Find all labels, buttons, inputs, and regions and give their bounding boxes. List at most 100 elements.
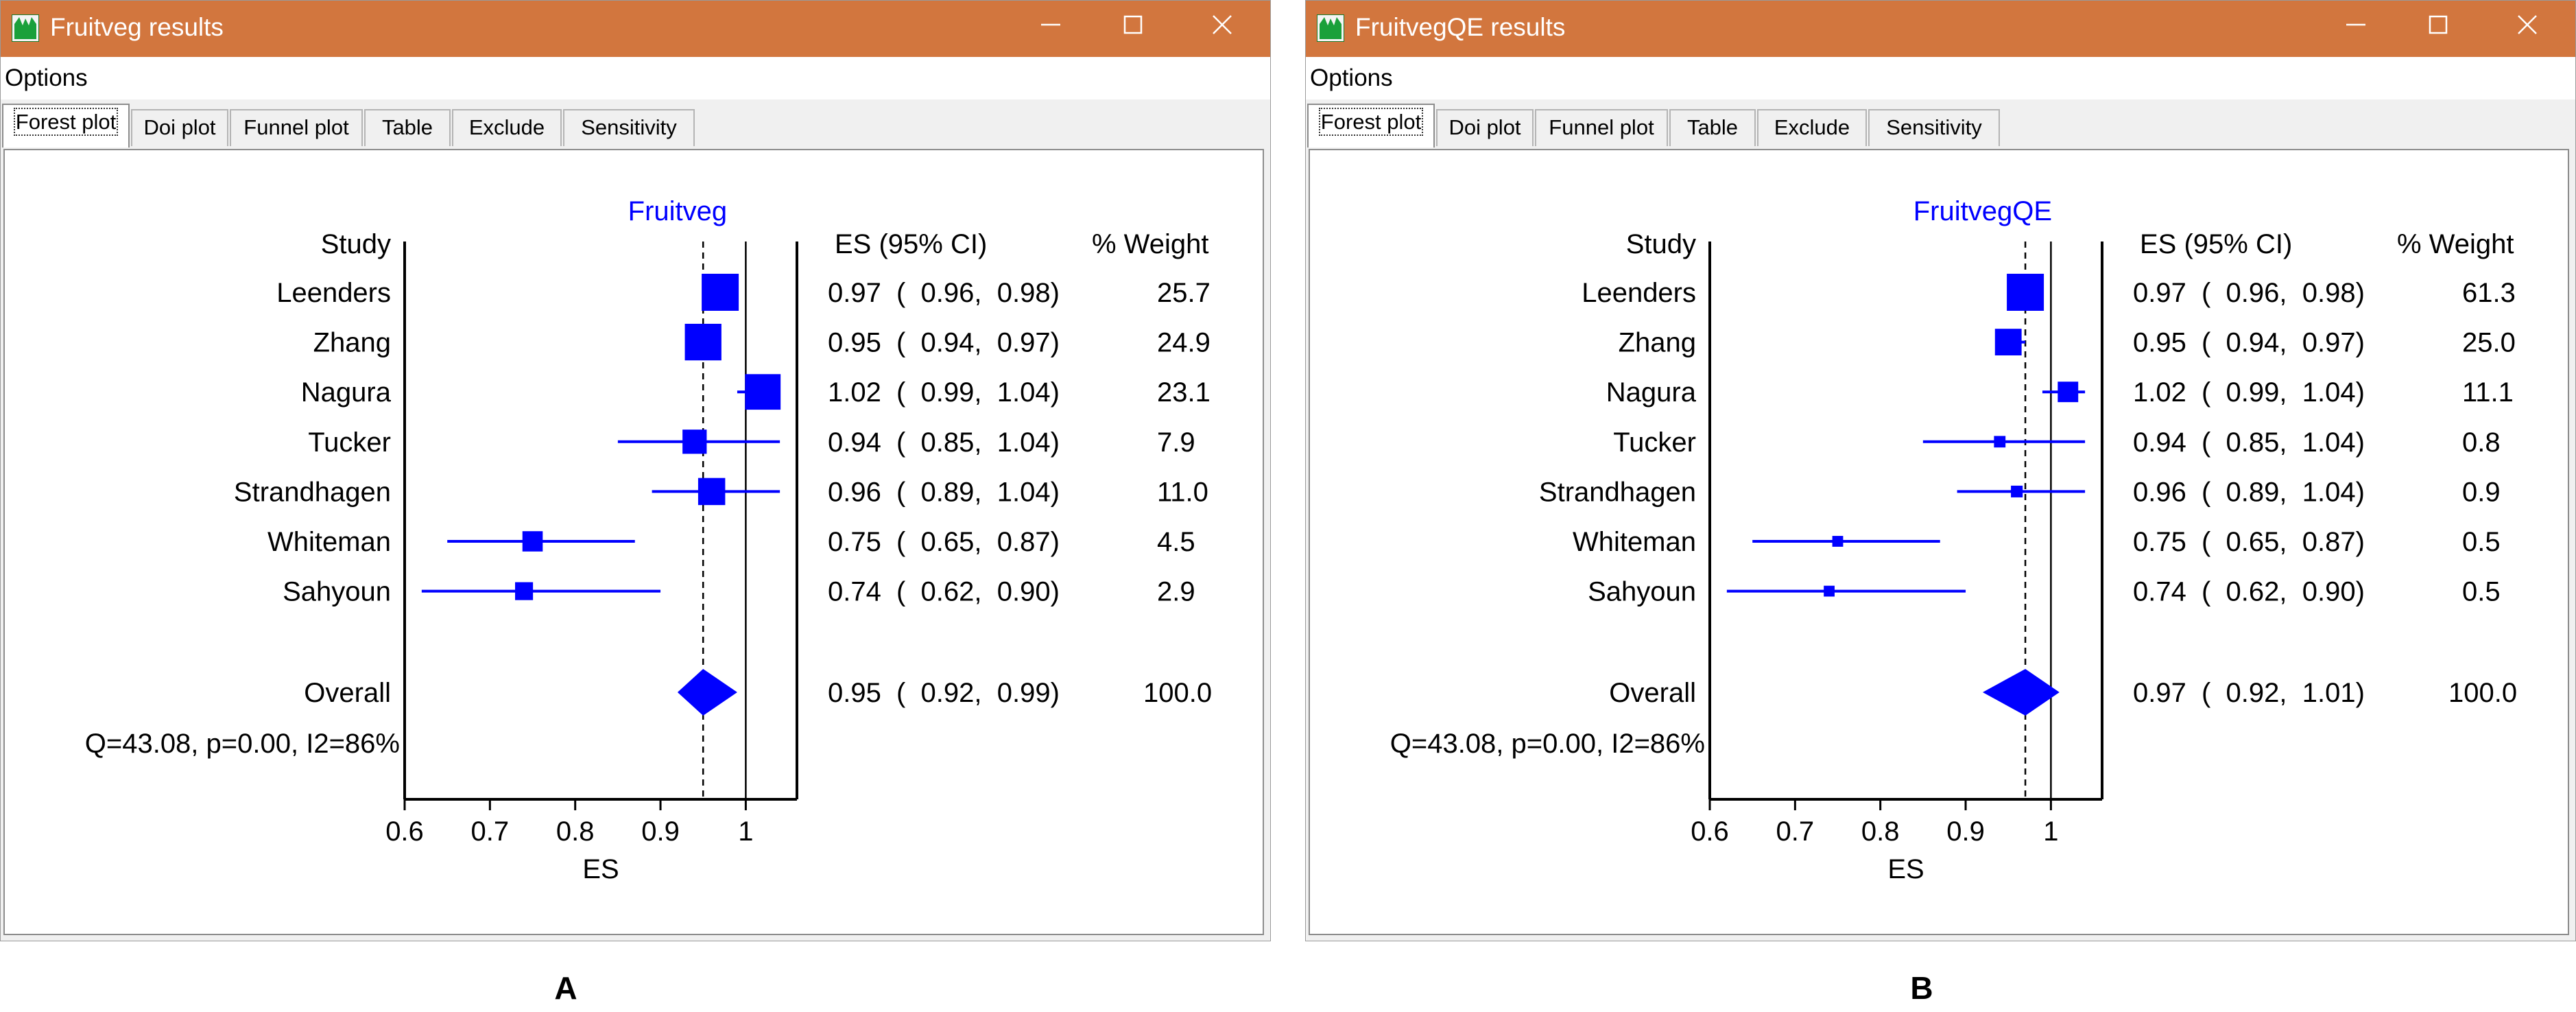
overall-diamond (677, 669, 737, 716)
study-label: Tucker (308, 427, 391, 458)
minimize-button[interactable] (1012, 1, 1089, 49)
study-label: Leenders (276, 278, 391, 308)
tab-exclude[interactable]: Exclude (452, 109, 562, 146)
tab-table[interactable]: Table (364, 109, 451, 146)
tab-exclude[interactable]: Exclude (1757, 109, 1867, 146)
heterogeneity-stats: Q=43.08, p=0.00, I2=86% (85, 729, 400, 759)
tab-doi-plot[interactable]: Doi plot (1436, 109, 1534, 146)
close-button[interactable] (1184, 1, 1261, 49)
overall-weight-value: 100.0 (2448, 678, 2517, 708)
es-value: 1.02 (2133, 377, 2186, 408)
effect-square (745, 374, 781, 410)
maximize-icon (2429, 15, 2448, 34)
tab-funnel-plot[interactable]: Funnel plot (1535, 109, 1668, 146)
effect-square (2011, 485, 2023, 497)
close-icon (1213, 15, 1232, 34)
maximize-button[interactable] (2400, 1, 2477, 49)
forest-plot-panel: FruitvegQE Study ES (95% CI) % Weight Leende… (1309, 149, 2569, 935)
menu-options[interactable]: Options (5, 62, 88, 94)
overall-weight-value: 100.0 (1143, 678, 1212, 708)
overall-diamond (1982, 669, 2060, 716)
tab-forest-plot[interactable]: Forest plot (2, 104, 130, 148)
weight-header: % Weight (2397, 229, 2514, 259)
weight-value: 23.1 (1157, 377, 1211, 408)
es-value: 0.74 (2133, 577, 2186, 607)
effect-square (1994, 329, 2022, 356)
study-label: Tucker (1613, 427, 1696, 458)
es-value: 0.96 (828, 477, 881, 507)
ci-value: ( 0.94, 0.97) (896, 328, 1060, 358)
x-tick-label: 0.6 (385, 816, 424, 847)
weight-value: 11.1 (2462, 377, 2514, 408)
study-label: Whiteman (267, 527, 391, 557)
weight-value: 2.9 (1157, 577, 1195, 607)
ci-value: ( 0.89, 1.04) (896, 477, 1060, 507)
study-label: Strandhagen (1539, 477, 1696, 507)
es-value: 0.95 (828, 328, 881, 358)
x-tick-label: 1 (738, 816, 753, 847)
close-icon (2518, 15, 2537, 34)
heterogeneity-stats: Q=43.08, p=0.00, I2=86% (1390, 729, 1705, 759)
study-label: Nagura (301, 377, 392, 408)
effect-square (2058, 381, 2079, 403)
ci-value: ( 0.65, 0.87) (896, 527, 1060, 557)
x-tick-label: 0.7 (1776, 816, 1815, 847)
effect-square (684, 323, 721, 361)
panel-label-a: A (554, 970, 577, 1006)
window-title: FruitvegQE results (1355, 13, 1566, 41)
weight-value: 4.5 (1157, 527, 1195, 557)
weight-value: 25.0 (2462, 328, 2516, 358)
es-value: 0.74 (828, 577, 881, 607)
x-tick-label: 0.8 (1861, 816, 1900, 847)
menu-options[interactable]: Options (1310, 62, 1393, 94)
weight-value: 0.5 (2462, 527, 2501, 557)
es-value: 0.75 (2133, 527, 2186, 557)
tab-doi-plot[interactable]: Doi plot (131, 109, 228, 146)
es-value: 0.94 (828, 427, 881, 458)
window-title: Fruitveg results (50, 13, 224, 41)
minimize-button[interactable] (2317, 1, 2394, 49)
forest-plot-b: FruitvegQE Study ES (95% CI) % Weight Leende… (1390, 196, 2517, 884)
plot-title: Fruitveg (628, 196, 728, 226)
weight-value: 25.7 (1157, 278, 1211, 308)
tab-forest-plot[interactable]: Forest plot (1307, 104, 1435, 148)
panel-label-b: B (1910, 970, 1933, 1006)
effect-square (702, 274, 739, 311)
overall-ci-value: ( 0.92, 0.99) (896, 678, 1060, 708)
title-bar[interactable]: Fruitveg results (1, 1, 1270, 57)
es-value: 0.97 (828, 278, 881, 308)
es-value: 0.96 (2133, 477, 2186, 507)
x-tick-label: 0.7 (471, 816, 510, 847)
app-icon (1317, 14, 1344, 42)
plot-title: FruitvegQE (1913, 196, 2052, 226)
overall-label: Overall (304, 678, 391, 708)
close-button[interactable] (2489, 1, 2566, 49)
weight-value: 7.9 (1157, 427, 1195, 458)
tab-strip: Forest plot Doi plot Funnel plot Table E… (1, 99, 1270, 149)
ci-value: ( 0.85, 1.04) (896, 427, 1060, 458)
forest-plot-a: Fruitveg Study ES (95% CI) % Weight Leenders… (85, 196, 1212, 884)
effect-square (515, 582, 534, 600)
overall-es-value: 0.95 (828, 678, 881, 708)
tab-table[interactable]: Table (1669, 109, 1756, 146)
effect-square (682, 429, 707, 454)
effect-square (1994, 436, 2006, 448)
es-header: ES (95% CI) (835, 229, 987, 259)
study-label: Nagura (1606, 377, 1697, 408)
effect-square (2007, 274, 2044, 311)
x-axis-label: ES (1887, 854, 1924, 884)
weight-value: 24.9 (1157, 328, 1211, 358)
es-header: ES (95% CI) (2140, 229, 2292, 259)
study-label: Sahyoun (283, 577, 391, 607)
ci-value: ( 0.96, 0.98) (2202, 278, 2365, 308)
study-label: Zhang (1619, 328, 1696, 358)
es-value: 0.95 (2133, 328, 2186, 358)
title-bar[interactable]: FruitvegQE results (1306, 1, 2575, 57)
tab-sensitivity[interactable]: Sensitivity (1868, 109, 2000, 146)
maximize-button[interactable] (1095, 1, 1171, 49)
tab-funnel-plot[interactable]: Funnel plot (230, 109, 363, 146)
effect-square (1832, 536, 1844, 547)
tab-sensitivity[interactable]: Sensitivity (563, 109, 695, 146)
ci-value: ( 0.94, 0.97) (2202, 328, 2365, 358)
menu-bar: Options (1306, 57, 2575, 99)
